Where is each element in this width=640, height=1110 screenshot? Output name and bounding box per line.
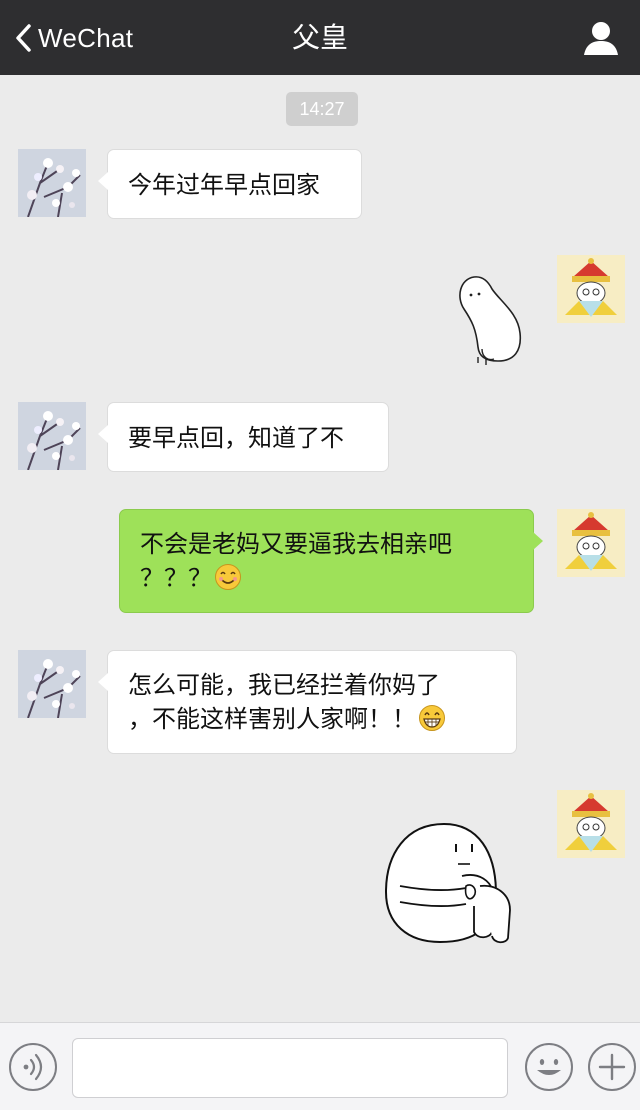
message-text-line-2: ，不能这样害别人家啊！！ xyxy=(128,702,516,736)
plus-icon xyxy=(598,1053,626,1081)
voice-button[interactable] xyxy=(9,1043,57,1091)
nav-bar: WeChat 父皇 xyxy=(0,0,640,75)
white-blob-sitting-sticker-image xyxy=(459,276,522,365)
message-text: 要早点回，知道了不 xyxy=(128,424,344,452)
plus-button[interactable] xyxy=(588,1043,636,1091)
emperor-avatar-icon xyxy=(557,790,625,858)
emoji-button[interactable] xyxy=(525,1043,573,1091)
father-avatar[interactable] xyxy=(18,149,86,217)
timestamp: 14:27 xyxy=(286,92,358,126)
voice-icon xyxy=(23,1053,43,1081)
message-text-line-2: ？？？ xyxy=(140,561,533,595)
grin-emoji-icon xyxy=(419,705,445,731)
input-bar xyxy=(0,1022,640,1110)
person-icon xyxy=(584,22,618,55)
blossom-avatar-icon xyxy=(18,149,86,217)
white-blob-hugging-knees-sticker-image xyxy=(384,822,511,944)
blossom-avatar-icon xyxy=(18,402,86,470)
chat-title: 父皇 xyxy=(291,21,348,54)
father-avatar[interactable] xyxy=(18,402,86,470)
message-bubble-father-1[interactable]: 今年过年早点回家 xyxy=(98,149,362,219)
message-text-line-1: 怎么可能，我已经拦着你妈了 xyxy=(128,671,440,699)
white-blob-hugging-knees-sticker[interactable] xyxy=(382,820,524,958)
emperor-avatar-icon xyxy=(557,255,625,323)
message-bubble-me-1[interactable]: 不会是老妈又要逼我去相亲吧 ？？？ xyxy=(119,509,543,613)
smile-emoji-icon xyxy=(215,564,241,590)
message-text-line-1: 不会是老妈又要逼我去相亲吧 xyxy=(140,530,452,558)
emoji-icon xyxy=(537,1059,561,1075)
my-avatar[interactable] xyxy=(557,255,625,323)
white-blob-sitting-sticker[interactable] xyxy=(452,271,524,371)
message-bubble-father-2[interactable]: 要早点回，知道了不 xyxy=(98,402,389,472)
my-avatar[interactable] xyxy=(557,509,625,577)
chat-area[interactable]: 14:27 今年过年早点回家 要早点回，知道了不 不会是老妈又要逼我去相亲吧 ？… xyxy=(0,75,640,1022)
profile-button[interactable] xyxy=(582,19,620,57)
message-input[interactable] xyxy=(72,1038,508,1098)
message-text-continuation: ，不能这样害别人家啊！！ xyxy=(128,705,416,733)
my-avatar[interactable] xyxy=(557,790,625,858)
message-text: 今年过年早点回家 xyxy=(128,171,320,199)
message-bubble-father-3[interactable]: 怎么可能，我已经拦着你妈了 ，不能这样害别人家啊！！ xyxy=(98,650,517,754)
message-text-punctuation: ？？？ xyxy=(140,564,212,592)
blossom-avatar-icon xyxy=(18,650,86,718)
father-avatar[interactable] xyxy=(18,650,86,718)
emperor-avatar-icon xyxy=(557,509,625,577)
